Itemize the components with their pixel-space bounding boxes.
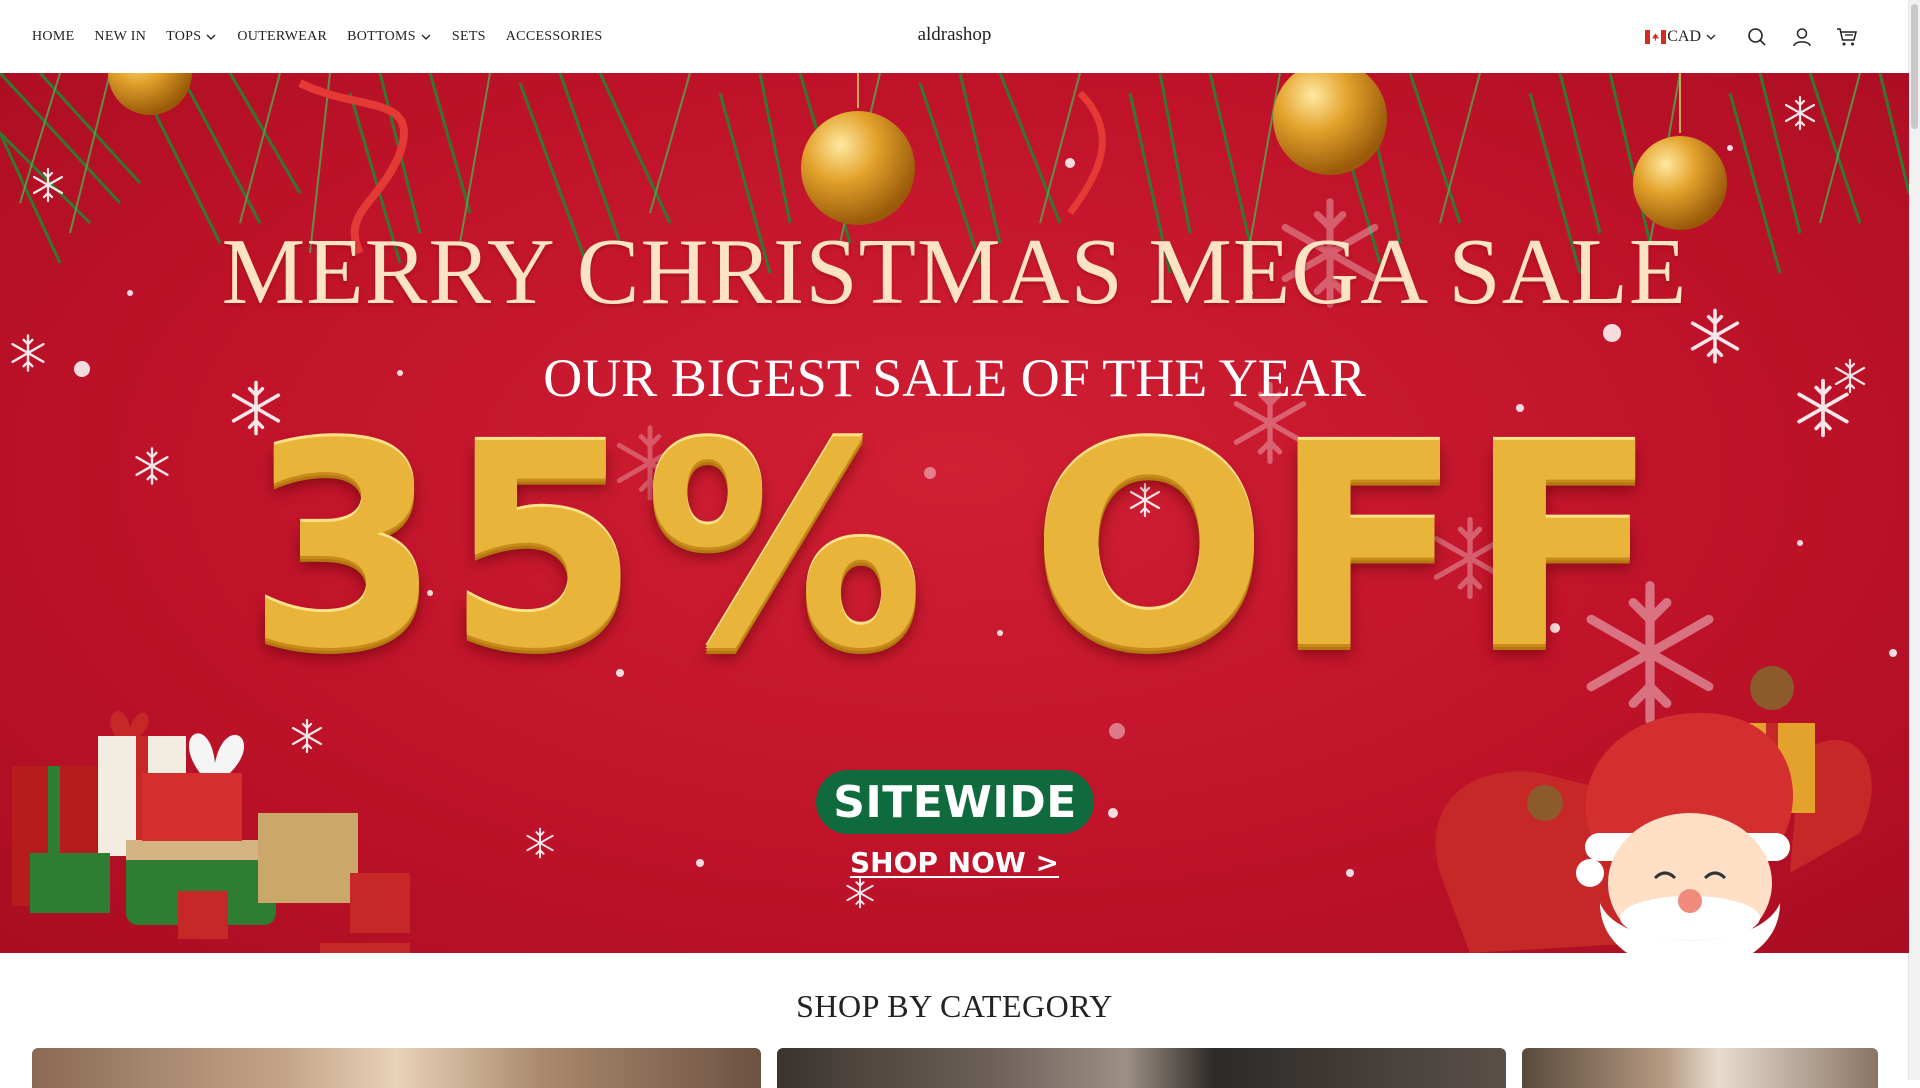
currency-label: CAD (1667, 27, 1701, 45)
search-icon (1748, 27, 1766, 46)
hero-banner[interactable]: MERRY CHRISTMAS MEGA SALE OUR BIGEST SAL… (0, 73, 1909, 953)
category-card[interactable] (777, 1048, 1506, 1088)
nav-home[interactable]: HOME (32, 29, 74, 45)
nav-tops[interactable]: TOPS (166, 29, 217, 45)
nav-sets-label: SETS (451, 28, 486, 44)
nav-outerwear-label: OUTERWEAR (237, 28, 328, 44)
page-scrollbar[interactable] (1908, 0, 1920, 1080)
site-header: HOME NEW IN TOPS OUTERWEAR BOTTOMS SETS … (0, 0, 1909, 73)
canada-flag-icon (1645, 29, 1667, 44)
sitewide-badge-label: SITEWIDE (833, 776, 1077, 828)
header-actions: CAD (1645, 0, 1909, 73)
gift-boxes (12, 711, 410, 953)
nav-tops-label: TOPS (166, 28, 202, 44)
shop-now-link[interactable]: SHOP NOW > (850, 846, 1059, 879)
shop-now-link-wrap: SHOP NOW > (0, 846, 1909, 879)
category-card[interactable] (1522, 1048, 1878, 1088)
hero-discount: 35% OFF (246, 385, 1663, 711)
nav-new-in[interactable]: NEW IN (94, 29, 146, 45)
hero-title: MERRY CHRISTMAS MEGA SALE (221, 220, 1688, 324)
chevron-down-icon (206, 34, 216, 40)
chevron-down-icon (1706, 34, 1716, 40)
nav-bottoms[interactable]: BOTTOMS (347, 29, 432, 45)
nav-bottoms-label: BOTTOMS (347, 28, 416, 44)
nav-sets[interactable]: SETS (452, 29, 486, 45)
chevron-down-icon (421, 34, 431, 40)
nav-outerwear[interactable]: OUTERWEAR (237, 29, 327, 45)
cart-button[interactable] (1835, 25, 1859, 49)
nav-accessories[interactable]: ACCESSORIES (506, 29, 603, 45)
section-title-shop-by-category: SHOP BY CATEGORY (796, 988, 1113, 1024)
cart-icon (1837, 27, 1857, 45)
nav-new-in-label: NEW IN (94, 28, 147, 44)
site-logo[interactable]: aldrashop (918, 24, 992, 45)
currency-selector[interactable]: CAD (1645, 28, 1717, 46)
nav-home-label: HOME (32, 28, 75, 44)
scrollbar-thumb[interactable] (1911, 4, 1918, 129)
account-icon (1793, 27, 1811, 46)
nav-accessories-label: ACCESSORIES (505, 28, 603, 44)
search-button[interactable] (1745, 25, 1769, 49)
category-card[interactable] (32, 1048, 761, 1088)
sitewide-badge: SITEWIDE (816, 770, 1094, 834)
main-nav: HOME NEW IN TOPS OUTERWEAR BOTTOMS SETS … (32, 0, 622, 73)
account-button[interactable] (1790, 25, 1814, 49)
